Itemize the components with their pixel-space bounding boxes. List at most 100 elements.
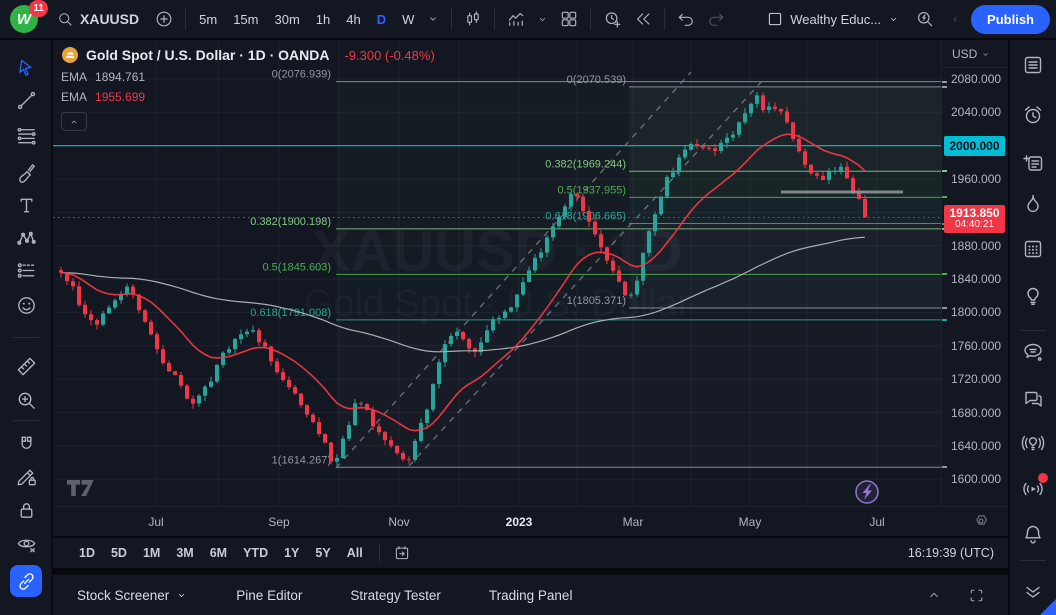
corner-resize-arrow[interactable] (1040, 599, 1056, 615)
tab-pine-editor[interactable]: Pine Editor (230, 587, 308, 604)
hotlists-panel-button[interactable] (1017, 188, 1049, 220)
range-5y[interactable]: 5Y (307, 542, 338, 564)
range-1d[interactable]: 1D (71, 542, 103, 564)
indicators-button[interactable] (501, 4, 531, 34)
tab-strategy-tester[interactable]: Strategy Tester (344, 587, 447, 604)
svg-text:0.5(1937.955): 0.5(1937.955) (558, 184, 627, 196)
time-axis[interactable]: JulSepNov2023MarMayJul (53, 506, 1008, 536)
timeframe-30m[interactable]: 30m (267, 7, 306, 32)
trend-line-tool[interactable] (10, 84, 42, 116)
layout-grid-icon (559, 9, 579, 29)
price-tick: 2080.000 (951, 72, 1001, 86)
notification-count-badge: 11 (29, 0, 48, 17)
timeframe-5m[interactable]: 5m (192, 7, 224, 32)
journal-panel-button[interactable] (1017, 147, 1049, 179)
timeframe-w[interactable]: W (395, 7, 421, 32)
layout-select-button[interactable]: Wealthy Educ... (760, 6, 906, 32)
indicators-icon (506, 9, 526, 29)
indicator-row[interactable]: EMA 1894.761 (61, 70, 435, 84)
prediction-tool[interactable] (10, 254, 42, 286)
alert-clock-plus-icon (602, 9, 623, 30)
timeframe-15m[interactable]: 15m (226, 7, 265, 32)
live-ideas-panel-button[interactable] (1017, 427, 1049, 459)
topbar-right-cluster: Wealthy Educ... Publish (760, 4, 1050, 34)
publish-button[interactable]: Publish (971, 5, 1050, 34)
trend-icon (15, 89, 38, 112)
chart-settings-button[interactable] (972, 512, 990, 530)
zoom-in-tool[interactable] (10, 384, 42, 416)
range-6m[interactable]: 6M (202, 542, 235, 564)
redo-button[interactable] (701, 4, 731, 34)
symbol-title[interactable]: Gold Spot / U.S. Dollar · 1D · OANDA (86, 47, 329, 63)
ruler-icon (15, 355, 38, 378)
toolbar-divider (185, 8, 186, 30)
calendar-panel-button[interactable] (1017, 233, 1049, 265)
server-clock[interactable]: 16:19:39 (UTC) (908, 546, 994, 560)
compare-add-button[interactable] (149, 4, 179, 34)
bar-countdown: 04:40:21 (944, 219, 1005, 230)
time-tick: Nov (388, 515, 409, 529)
range-all[interactable]: All (339, 542, 371, 564)
ideas-panel-button[interactable] (1017, 279, 1049, 311)
sync-drawings-tool[interactable] (10, 565, 42, 597)
toolbar-divider (664, 8, 665, 30)
range-5d[interactable]: 5D (103, 542, 135, 564)
layout-templates-button[interactable] (554, 4, 584, 34)
undo-button[interactable] (671, 4, 701, 34)
chart-canvas[interactable]: XAUUSD · 1D Gold Spot · U.S. Dollar 0(20… (53, 40, 941, 506)
emoji-tool[interactable] (10, 289, 42, 321)
main-menu-button[interactable]: W 11 (6, 2, 46, 36)
tab-stock-screener[interactable]: Stock Screener (71, 587, 194, 604)
create-alert-button[interactable] (597, 4, 628, 35)
watchlist-panel-button[interactable] (1017, 49, 1049, 81)
price-axis[interactable]: USD 2080.0002040.0002000.0001960.0001920… (941, 40, 1008, 506)
timeframe-4h[interactable]: 4h (339, 7, 367, 32)
range-ytd[interactable]: YTD (235, 542, 276, 564)
timeframe-d[interactable]: D (370, 7, 393, 32)
fib-retracement-tool[interactable] (10, 119, 42, 151)
hide-drawings-tool[interactable] (10, 527, 42, 559)
quick-search-button[interactable] (910, 4, 940, 34)
collapse-toolbar-button[interactable] (944, 8, 967, 31)
xabcd-pattern-tool[interactable] (10, 222, 42, 254)
ema-value: 1894.761 (95, 70, 145, 84)
lock-drawings-tool[interactable] (10, 494, 42, 526)
timeframe-1h[interactable]: 1h (309, 7, 337, 32)
price-tick: 1680.000 (951, 406, 1001, 420)
bell-icon (1021, 522, 1045, 546)
go-to-date-button[interactable] (388, 539, 416, 567)
plus-circle-icon (154, 9, 174, 29)
symbol-search-button[interactable]: XAUUSD (46, 6, 149, 32)
range-1y[interactable]: 1Y (276, 542, 307, 564)
collapse-legend-button[interactable] (61, 112, 87, 131)
fib-level-tick (942, 81, 947, 83)
fullscreen-button[interactable] (963, 582, 990, 609)
streams-panel-button[interactable] (1017, 473, 1049, 505)
text-tool[interactable] (10, 189, 42, 221)
brush-tool[interactable] (10, 156, 42, 188)
chat-panel-button[interactable] (1017, 382, 1049, 414)
tab-label: Trading Panel (489, 588, 573, 603)
range-1m[interactable]: 1M (135, 542, 168, 564)
notifications-panel-button[interactable] (1017, 518, 1049, 550)
indicator-row[interactable]: EMA 1955.699 (61, 90, 435, 104)
chevron-down-icon (426, 12, 440, 26)
stay-in-drawing-mode-tool[interactable] (10, 460, 42, 492)
currency-selector[interactable]: USD (952, 47, 991, 61)
alerts-panel-button[interactable] (1017, 99, 1049, 131)
expand-panel-button[interactable] (921, 582, 947, 608)
cursor-tool[interactable] (10, 51, 42, 83)
watchlist-icon (1021, 53, 1045, 77)
chart-style-button[interactable] (458, 4, 488, 34)
alarm-icon (1021, 103, 1045, 127)
tab-trading-panel[interactable]: Trading Panel (483, 587, 579, 604)
timeframe-menu-button[interactable] (421, 7, 445, 31)
cloud-icon (1021, 340, 1045, 364)
measure-tool[interactable] (10, 350, 42, 382)
bar-replay-button[interactable] (628, 4, 658, 34)
price-tick: 1880.000 (951, 239, 1001, 253)
indicators-menu-button[interactable] (531, 8, 554, 31)
minds-panel-button[interactable] (1017, 336, 1049, 368)
magnet-tool[interactable] (10, 428, 42, 460)
range-3m[interactable]: 3M (168, 542, 201, 564)
